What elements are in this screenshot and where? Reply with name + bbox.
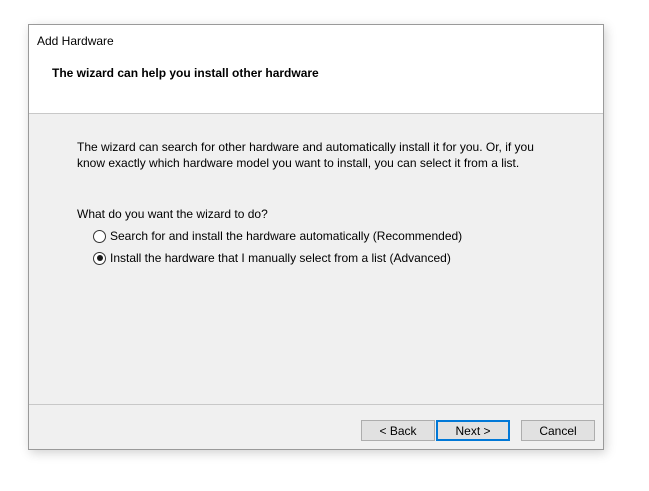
back-button[interactable]: < Back <box>361 420 435 441</box>
wizard-heading: The wizard can help you install other ha… <box>52 66 319 80</box>
footer-separator <box>29 404 603 405</box>
radio-button-automatic[interactable] <box>93 229 106 243</box>
add-hardware-dialog: Add Hardware The wizard can help you ins… <box>28 24 604 450</box>
next-button[interactable]: Next > <box>436 420 510 441</box>
option-manual-select[interactable]: Install the hardware that I manually sel… <box>93 250 451 266</box>
option-label-automatic: Search for and install the hardware auto… <box>110 229 463 243</box>
window-title: Add Hardware <box>37 34 114 48</box>
wizard-header: Add Hardware The wizard can help you ins… <box>29 25 603 114</box>
wizard-question: What do you want the wizard to do? <box>77 207 268 221</box>
wizard-description: The wizard can search for other hardware… <box>77 140 534 170</box>
radio-button-manual[interactable] <box>93 251 106 265</box>
cancel-button[interactable]: Cancel <box>521 420 595 441</box>
option-label-manual: Install the hardware that I manually sel… <box>110 251 451 265</box>
option-search-automatically[interactable]: Search for and install the hardware auto… <box>93 228 462 244</box>
